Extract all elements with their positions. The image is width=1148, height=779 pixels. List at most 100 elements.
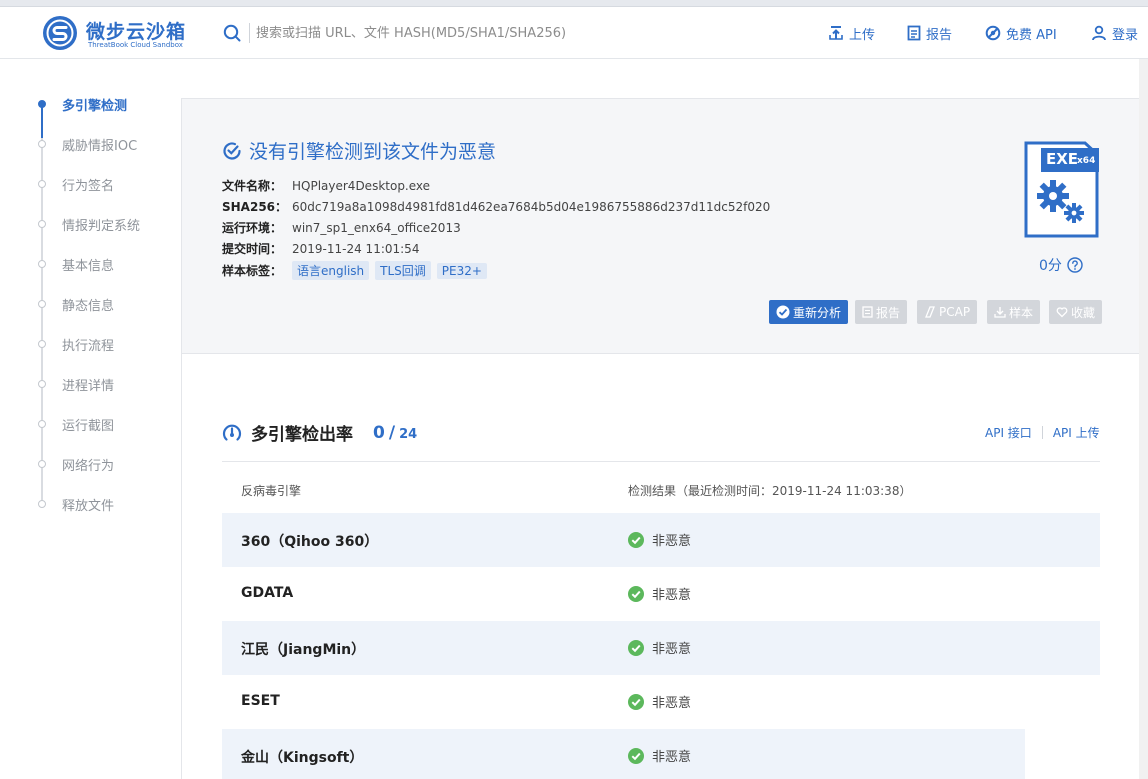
upload-icon <box>829 26 843 40</box>
detected-count: 0 <box>373 422 385 443</box>
verdict-title: 没有引擎检测到该文件为恶意 <box>222 137 496 164</box>
reanalyze-label: 重新分析 <box>793 305 842 320</box>
engine-result: 非恶意 <box>628 530 691 549</box>
nav-free-api[interactable]: 免费 API <box>985 22 1057 44</box>
sample-label: 样本 <box>1009 305 1034 320</box>
field-time: 提交时间： 2019-11-24 11:01:54 <box>222 240 419 257</box>
sidebar-item[interactable]: 静态信息 <box>62 295 114 314</box>
engine-row: 江民（JiangMin） 非恶意 <box>222 621 1100 675</box>
result-text: 非恶意 <box>652 696 692 711</box>
engines-title: 多引擎检出率 <box>251 425 353 445</box>
engine-result: 非恶意 <box>628 746 691 765</box>
sidebar-item[interactable]: 行为签名 <box>62 175 114 194</box>
pcap-icon <box>925 306 935 318</box>
sidebar-dot <box>38 140 46 148</box>
field-sha256: SHA256： 60dc719a8a1098d4981fd81d462ea768… <box>222 198 770 215</box>
engine-name: 金山（Kingsoft） <box>241 750 364 766</box>
report-label: 报告 <box>876 305 901 320</box>
field-label: 样本标签： <box>222 264 283 278</box>
sample-tag[interactable]: PE32+ <box>436 263 487 279</box>
logo[interactable]: 微步云沙箱 ThreatBook Cloud Sandbox <box>42 15 192 53</box>
check-circle-icon <box>223 141 241 160</box>
check-icon <box>628 639 644 656</box>
section-divider <box>222 461 1100 462</box>
pcap-label: PCAP <box>939 305 971 319</box>
engine-name: 360（Qihoo 360） <box>241 534 379 550</box>
nav-report-label: 报告 <box>926 27 953 43</box>
refresh-icon <box>776 305 790 319</box>
tags-list: 语言english TLS回调 PE32+ <box>292 261 493 280</box>
engine-result: 非恶意 <box>628 638 691 657</box>
field-label: 文件名称： <box>222 179 283 193</box>
result-text: 非恶意 <box>652 534 692 549</box>
field-label: 运行环境： <box>222 221 283 235</box>
total-count: 24 <box>399 426 418 442</box>
check-icon <box>628 747 644 764</box>
sidebar-dot <box>38 220 46 228</box>
sample-tag[interactable]: 语言english <box>292 261 370 280</box>
sample-button[interactable]: 样本 <box>987 300 1041 324</box>
sidebar-item[interactable]: 情报判定系统 <box>62 215 140 234</box>
sidebar-item[interactable]: 进程详情 <box>62 375 114 394</box>
heart-icon <box>1056 307 1068 318</box>
sidebar-item[interactable]: 多引擎检测 <box>62 95 127 114</box>
engine-result: 非恶意 <box>628 584 691 603</box>
result-text: 非恶意 <box>652 750 692 765</box>
col-engine-header: 反病毒引擎 <box>241 484 302 498</box>
col-result-header: 检测结果（最近检测时间：2019-11-24 11:03:38） <box>628 484 912 498</box>
sidebar-item[interactable]: 运行截图 <box>62 415 114 434</box>
logo-text-en: ThreatBook Cloud Sandbox <box>88 41 183 49</box>
engine-name: 江民（JiangMin） <box>241 642 366 658</box>
sidebar-dot <box>38 380 46 388</box>
engines-table-header: 反病毒引擎 检测结果（最近检测时间：2019-11-24 11:03:38） <box>222 474 1100 504</box>
api-upload-link[interactable]: API 上传 <box>1053 424 1100 441</box>
sidebar-dot <box>38 300 46 308</box>
sidebar-timeline-active <box>41 105 43 138</box>
sidebar-item[interactable]: 网络行为 <box>62 455 114 474</box>
sidebar-dot <box>38 100 46 108</box>
nav-login[interactable]: 登录 <box>1091 22 1138 44</box>
sample-tag[interactable]: TLS回调 <box>375 261 431 280</box>
sidebar-dot <box>38 180 46 188</box>
sidebar-dot <box>38 500 46 508</box>
sidebar-item[interactable]: 威胁情报IOC <box>62 135 137 154</box>
api-link-divider <box>1041 426 1043 439</box>
field-env: 运行环境： win7_sp1_enx64_office2013 <box>222 219 461 236</box>
score-value: 0分 <box>1039 258 1062 274</box>
top-header: 微步云沙箱 ThreatBook Cloud Sandbox 上传 报告 免费 … <box>0 7 1148 59</box>
browser-top-strip <box>0 0 1148 7</box>
engine-name: GDATA <box>241 585 294 601</box>
sidebar-item[interactable]: 基本信息 <box>62 255 114 274</box>
ratio-separator: / <box>388 422 396 443</box>
summary-panel: 没有引擎检测到该文件为恶意 文件名称： HQPlayer4Desktop.exe… <box>181 98 1141 354</box>
engine-row: ESET 非恶意 <box>222 675 1100 729</box>
favorite-button[interactable]: 收藏 <box>1049 300 1103 324</box>
check-icon <box>628 531 644 548</box>
help-circle-icon[interactable] <box>1067 257 1083 273</box>
api-interface-link[interactable]: API 接口 <box>985 424 1032 441</box>
detection-ratio: 0/24 <box>373 423 417 443</box>
engine-row: 金山（Kingsoft） 非恶意 <box>222 729 1025 779</box>
search-input[interactable] <box>256 18 776 48</box>
engine-name: ESET <box>241 693 280 709</box>
search-divider <box>249 23 250 43</box>
field-filename: 文件名称： HQPlayer4Desktop.exe <box>222 177 430 194</box>
api-links: API 接口 API 上传 <box>985 424 1100 441</box>
pcap-button[interactable]: PCAP <box>917 300 978 324</box>
report-button[interactable]: 报告 <box>855 300 908 324</box>
favorite-label: 收藏 <box>1071 305 1096 320</box>
sidebar-item[interactable]: 执行流程 <box>62 335 114 354</box>
sidebar-dot <box>38 420 46 428</box>
sidebar-dot <box>38 340 46 348</box>
verdict-text: 没有引擎检测到该文件为恶意 <box>249 141 497 163</box>
search-icon[interactable] <box>223 24 241 42</box>
nav-login-label: 登录 <box>1112 27 1139 43</box>
nav-upload[interactable]: 上传 <box>828 22 875 44</box>
reanalyze-button[interactable]: 重新分析 <box>769 300 849 324</box>
sidebar-item[interactable]: 释放文件 <box>62 495 114 514</box>
logo-text-cn: 微步云沙箱 <box>86 21 187 43</box>
engine-result: 非恶意 <box>628 692 691 711</box>
scrollbar[interactable] <box>1139 59 1148 779</box>
sidebar-dot <box>38 460 46 468</box>
nav-report[interactable]: 报告 <box>907 22 952 44</box>
